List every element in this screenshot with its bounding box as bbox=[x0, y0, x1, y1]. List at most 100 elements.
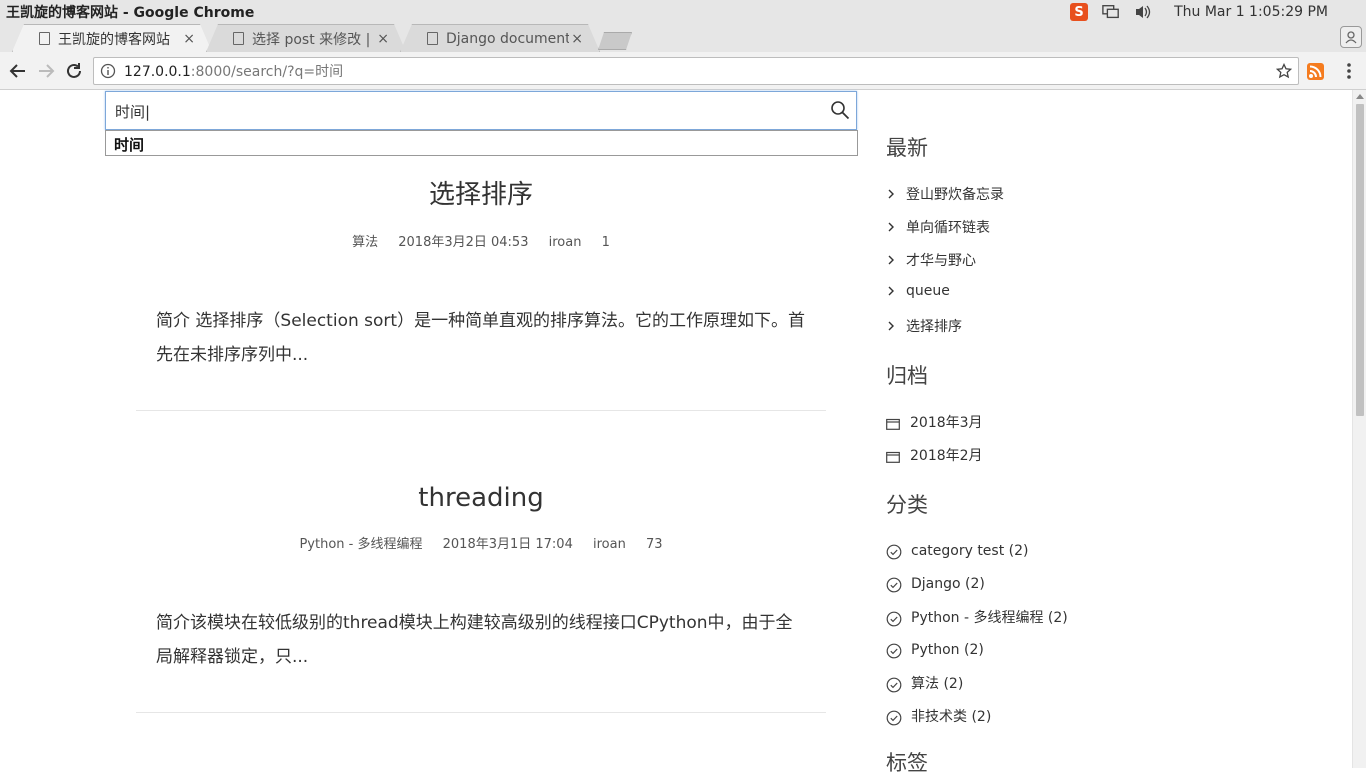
page-icon bbox=[427, 32, 438, 45]
check-circle-icon bbox=[886, 544, 902, 560]
back-button[interactable] bbox=[8, 61, 28, 81]
url-text: 127.0.0.1:8000/search/?q=时间 bbox=[124, 61, 343, 81]
recent-post-link[interactable]: 单向循环链表 bbox=[906, 217, 990, 237]
post-card: threading Python - 多线程编程 2018年3月1日 17:04… bbox=[136, 483, 826, 713]
tab-admin-post[interactable]: 选择 post 来修改 | D × bbox=[206, 24, 406, 52]
category-item[interactable]: Python - 多线程编程 (2) bbox=[886, 607, 1068, 627]
tab-blog[interactable]: 王凯旋的博客网站 × bbox=[12, 24, 212, 52]
scrollbar-thumb[interactable] bbox=[1356, 104, 1364, 416]
tab-title: Django documenta bbox=[446, 30, 569, 47]
category-item[interactable]: 非技术类 (2) bbox=[886, 706, 991, 726]
post-date[interactable]: 2018年3月1日 17:04 bbox=[443, 537, 573, 552]
search-icon[interactable] bbox=[830, 100, 850, 120]
check-circle-icon bbox=[886, 643, 902, 659]
clock[interactable]: Thu Mar 1 1:05:29 PM bbox=[1174, 4, 1328, 20]
category-link[interactable]: Python - 多线程编程 (2) bbox=[911, 607, 1068, 627]
category-item[interactable]: Python (2) bbox=[886, 640, 984, 659]
post-meta: 算法 2018年3月2日 04:53 iroan 1 bbox=[136, 231, 826, 250]
post-date[interactable]: 2018年3月2日 04:53 bbox=[398, 235, 528, 250]
recent-post-link[interactable]: 选择排序 bbox=[906, 316, 962, 336]
post-author[interactable]: iroan bbox=[549, 235, 582, 250]
category-link[interactable]: Python (2) bbox=[911, 642, 984, 658]
sogou-ime-icon[interactable]: S bbox=[1070, 3, 1089, 21]
archive-item[interactable]: 2018年3月 bbox=[886, 412, 983, 432]
window-title: 王凯旋的博客网站 - Google Chrome bbox=[6, 5, 255, 21]
kebab-menu-icon bbox=[1347, 63, 1351, 79]
recent-posts-heading: 最新 bbox=[886, 136, 928, 160]
post-category[interactable]: Python - 多线程编程 bbox=[299, 537, 422, 552]
post-excerpt: 简介该模块在较低级别的thread模块上构建较高级别的线程接口CPython中，… bbox=[156, 613, 793, 667]
reload-button[interactable] bbox=[64, 61, 84, 81]
chevron-right-icon bbox=[888, 222, 894, 232]
check-circle-icon bbox=[886, 611, 902, 626]
tab-strip: 王凯旋的博客网站 × 选择 post 来修改 | D × Django docu… bbox=[0, 24, 1366, 52]
search-box bbox=[105, 91, 857, 130]
post-meta: Python - 多线程编程 2018年3月1日 17:04 iroan 73 bbox=[136, 533, 826, 552]
post-author[interactable]: iroan bbox=[593, 537, 626, 552]
archive-heading: 归档 bbox=[886, 364, 928, 388]
category-link[interactable]: Django (2) bbox=[911, 576, 985, 592]
star-icon[interactable] bbox=[1276, 63, 1292, 79]
chevron-right-icon bbox=[888, 286, 894, 296]
recent-post-item[interactable]: 选择排序 bbox=[886, 316, 962, 336]
category-item[interactable]: Django (2) bbox=[886, 574, 985, 593]
close-icon[interactable]: × bbox=[377, 31, 389, 47]
check-circle-icon bbox=[886, 577, 902, 593]
user-icon bbox=[1345, 31, 1357, 44]
info-icon[interactable] bbox=[100, 63, 116, 79]
chevron-right-icon bbox=[888, 321, 894, 331]
check-circle-icon bbox=[886, 677, 902, 692]
recent-post-link[interactable]: 才华与野心 bbox=[906, 250, 976, 270]
close-icon[interactable]: × bbox=[183, 31, 195, 47]
volume-icon[interactable] bbox=[1134, 4, 1152, 20]
page-scrollbar[interactable] bbox=[1352, 90, 1366, 768]
page-content: 时间 选择排序 算法 2018年3月2日 04:53 iroan 1 简介 选择… bbox=[0, 90, 1366, 775]
search-suggestion[interactable]: 时间 bbox=[105, 130, 858, 156]
search-input[interactable] bbox=[115, 101, 815, 121]
divider bbox=[136, 410, 826, 411]
page-icon bbox=[39, 32, 50, 45]
calendar-icon bbox=[886, 451, 900, 463]
archive-link[interactable]: 2018年3月 bbox=[910, 412, 983, 432]
profile-button[interactable] bbox=[1340, 26, 1362, 48]
category-item[interactable]: category test (2) bbox=[886, 541, 1029, 560]
archive-link[interactable]: 2018年2月 bbox=[910, 445, 983, 465]
new-tab-button[interactable] bbox=[598, 32, 632, 50]
arrow-right-icon bbox=[39, 64, 55, 78]
post-views: 73 bbox=[645, 537, 663, 552]
recent-post-item[interactable]: queue bbox=[886, 283, 950, 299]
recent-post-item[interactable]: 才华与野心 bbox=[886, 250, 976, 270]
recent-post-link[interactable]: queue bbox=[906, 283, 950, 299]
arrow-left-icon bbox=[9, 64, 25, 78]
post-excerpt: 简介 选择排序（Selection sort）是一种简单直观的排序算法。它的工作… bbox=[156, 311, 806, 365]
check-circle-icon bbox=[886, 710, 902, 725]
categories-heading: 分类 bbox=[886, 493, 928, 517]
post-title[interactable]: threading bbox=[136, 483, 826, 513]
category-link[interactable]: category test (2) bbox=[911, 543, 1029, 559]
recent-post-item[interactable]: 单向循环链表 bbox=[886, 217, 990, 237]
calendar-icon bbox=[886, 418, 900, 430]
rss-icon[interactable] bbox=[1307, 63, 1324, 80]
network-icon[interactable] bbox=[1102, 4, 1120, 20]
category-link[interactable]: 非技术类 (2) bbox=[911, 706, 991, 726]
post-category[interactable]: 算法 bbox=[352, 235, 378, 250]
page-icon bbox=[233, 32, 244, 45]
recent-post-link[interactable]: 登山野炊备忘录 bbox=[906, 184, 1004, 204]
tab-django-docs[interactable]: Django documenta × bbox=[400, 24, 600, 52]
tab-title: 王凯旋的博客网站 bbox=[58, 31, 170, 48]
chrome-menu-button[interactable] bbox=[1346, 62, 1352, 80]
address-bar[interactable]: 127.0.0.1:8000/search/?q=时间 bbox=[93, 57, 1299, 85]
category-item[interactable]: 算法 (2) bbox=[886, 673, 963, 693]
chevron-right-icon bbox=[888, 255, 894, 265]
scroll-up-arrow-icon[interactable] bbox=[1356, 94, 1364, 99]
close-icon[interactable]: × bbox=[571, 31, 583, 47]
category-link[interactable]: 算法 (2) bbox=[911, 673, 963, 693]
post-views: 1 bbox=[601, 235, 610, 250]
post-card: 选择排序 算法 2018年3月2日 04:53 iroan 1 简介 选择排序（… bbox=[136, 174, 826, 411]
forward-button[interactable] bbox=[36, 61, 56, 81]
archive-item[interactable]: 2018年2月 bbox=[886, 445, 983, 465]
recent-post-item[interactable]: 登山野炊备忘录 bbox=[886, 184, 1004, 204]
post-title[interactable]: 选择排序 bbox=[136, 174, 826, 211]
url-rest: :8000/search/?q=时间 bbox=[190, 64, 344, 80]
reload-icon bbox=[67, 63, 81, 78]
